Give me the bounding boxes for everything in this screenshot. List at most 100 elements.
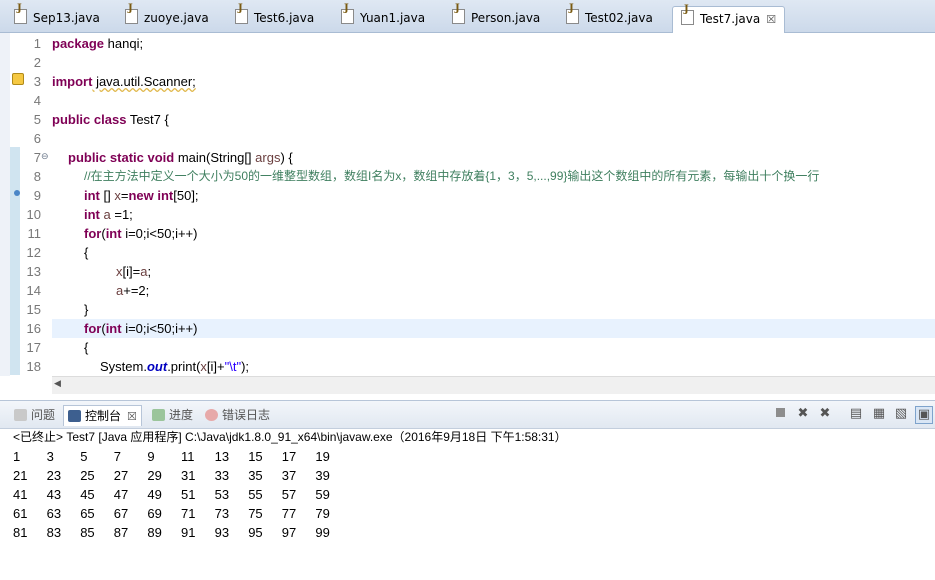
output-value: 51	[181, 487, 196, 502]
output-value: 81	[13, 525, 28, 540]
code-line: 4	[0, 91, 935, 110]
code-token: int	[84, 207, 100, 222]
code-token: =1;	[110, 207, 133, 222]
code-token: hanqi;	[104, 36, 144, 51]
line-number: 4	[33, 93, 41, 108]
code-token: args	[255, 150, 281, 165]
output-value: 31	[181, 468, 196, 483]
code-token: import	[52, 74, 93, 89]
output-value: 33	[214, 468, 230, 483]
code-token: int	[105, 321, 122, 336]
output-value: 1	[13, 449, 21, 464]
output-value: 49	[147, 487, 162, 502]
clear-console-icon[interactable]: ▤	[848, 406, 864, 422]
code-token: i=0;i<50;i++)	[121, 226, 198, 241]
tab-zuoye[interactable]: zuoye.java	[125, 3, 209, 31]
output-value: 95	[248, 525, 263, 540]
output-value: 57	[281, 487, 297, 502]
output-value: 13	[214, 449, 230, 464]
output-value: 97	[281, 525, 297, 540]
code-token: int	[84, 188, 100, 203]
code-line: 17 {	[0, 338, 935, 357]
output-value: 91	[181, 525, 196, 540]
tab-yuan1[interactable]: Yuan1.java	[341, 3, 425, 31]
close-icon[interactable]: ☒	[127, 410, 137, 423]
output-value: 77	[281, 506, 297, 521]
code-line: 10 int a =1;	[0, 205, 935, 224]
output-value: 99	[315, 525, 330, 540]
output-value: 93	[214, 525, 230, 540]
output-value: 79	[315, 506, 330, 521]
output-value: 21	[13, 468, 28, 483]
remove-launch-icon[interactable]: ✖	[795, 406, 811, 422]
line-number: 3	[33, 74, 41, 89]
tab-test6[interactable]: Test6.java	[235, 3, 315, 31]
code-token: a	[103, 207, 111, 222]
terminate-icon[interactable]	[772, 406, 788, 422]
code-token: void	[147, 150, 175, 165]
code-token: public	[52, 112, 91, 127]
line-number: 12	[26, 245, 41, 260]
tab-label: zuoye.java	[144, 11, 209, 25]
tab-console[interactable]: 控制台 ☒	[63, 405, 142, 426]
output-value: 39	[315, 468, 330, 483]
code-line: 7 ⊖ public static void main(String[] args)…	[0, 148, 935, 167]
code-line: 5 public class Test7 {	[0, 110, 935, 129]
tab-label: Person.java	[471, 11, 541, 25]
editor-tab-bar: Sep13.java zuoye.java Test6.java Yuan1.j…	[0, 0, 935, 34]
fold-collapse-icon[interactable]: ⊖	[41, 148, 49, 167]
close-icon[interactable]: ☒	[766, 13, 776, 26]
code-token: package	[52, 36, 105, 51]
code-comment: //在主方法中定义一个大小为50的一维整型数组，数组I名为x，数组中存放着{1，…	[84, 169, 820, 183]
line-number: 6	[33, 131, 41, 146]
output-value: 55	[248, 487, 263, 502]
output-value: 59	[315, 487, 330, 502]
tab-person[interactable]: Person.java	[452, 3, 541, 31]
line-number: 1	[33, 36, 41, 51]
code-token: {	[84, 340, 89, 355]
output-value: 65	[80, 506, 95, 521]
code-token: +=2;	[123, 283, 150, 298]
tab-sep13[interactable]: Sep13.java	[14, 3, 100, 31]
java-file-icon	[341, 3, 354, 24]
tab-label: Test6.java	[254, 11, 315, 25]
code-line: 2	[0, 53, 935, 72]
remove-all-terminated-icon[interactable]: ✖	[817, 406, 833, 422]
output-value: 3	[46, 449, 54, 464]
code-token: public	[68, 150, 107, 165]
tab-error-log[interactable]: 错误日志	[205, 405, 270, 425]
code-token: new	[128, 188, 154, 203]
output-value: 71	[181, 506, 196, 521]
code-token: [50];	[173, 188, 199, 203]
java-file-icon	[681, 4, 694, 25]
line-number: 14	[26, 283, 41, 298]
tab-label: 进度	[169, 408, 194, 422]
scroll-lock-icon[interactable]: ▦	[871, 406, 887, 422]
code-line: 18 System.out.print(x[i]+"\t");	[0, 357, 935, 376]
code-line: 15}	[0, 300, 935, 319]
horizontal-scrollbar[interactable]: ◀	[52, 376, 935, 394]
tab-label: 问题	[31, 408, 56, 422]
output-value: 35	[248, 468, 263, 483]
scroll-left-icon[interactable]: ◀	[54, 379, 61, 389]
output-value: 45	[80, 487, 95, 502]
code-token: }	[84, 302, 89, 317]
bottom-view-tab-bar: 问题 控制台 ☒ 进度 错误日志 ✖ ✖ ▤ ▦ ▧ ▣	[0, 400, 935, 429]
line-number: 17	[26, 340, 41, 355]
tab-progress[interactable]: 进度	[152, 405, 193, 425]
tab-problems[interactable]: 问题	[14, 405, 55, 425]
output-value: 5	[80, 449, 88, 464]
code-token: for	[84, 226, 102, 241]
pin-console-icon[interactable]: ▧	[893, 406, 909, 422]
line-number: 18	[26, 359, 41, 374]
tab-test02[interactable]: Test02.java	[566, 3, 653, 31]
display-selected-console-icon[interactable]: ▣	[915, 406, 933, 424]
tab-test7[interactable]: Test7.java ☒	[672, 4, 786, 34]
code-token: java.util.Scanner;	[92, 74, 196, 89]
output-value: 89	[147, 525, 162, 540]
output-value: 87	[113, 525, 129, 540]
code-token: for	[84, 321, 102, 336]
tab-label: Test7.java	[700, 12, 761, 26]
code-token: ) {	[280, 150, 293, 165]
output-value: 25	[80, 468, 95, 483]
